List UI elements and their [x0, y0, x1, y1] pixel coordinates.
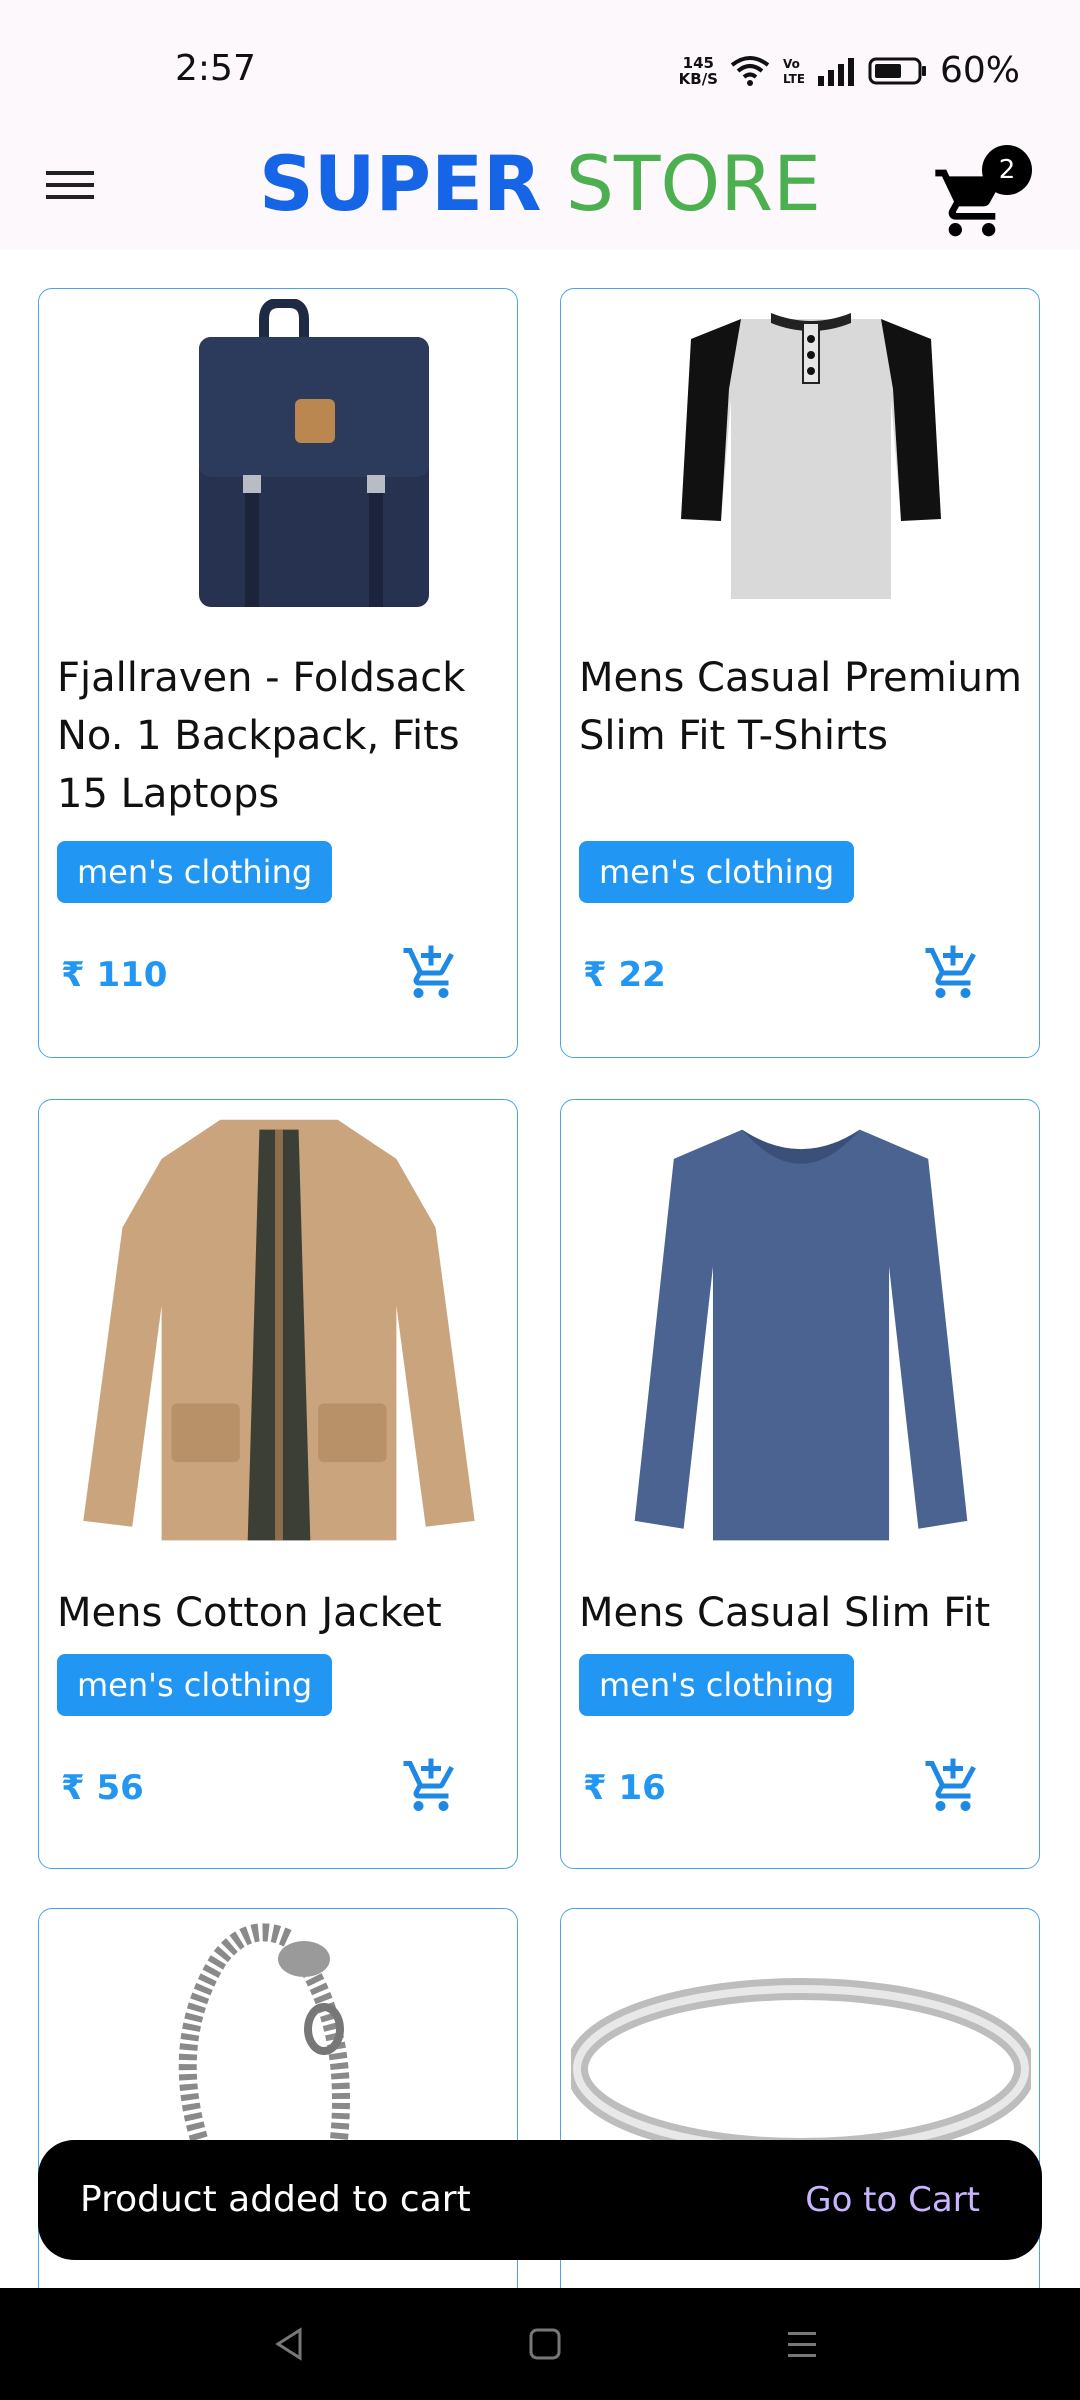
status-time: 2:57	[175, 48, 256, 89]
product-price: ₹ 16	[583, 1768, 666, 1808]
volte-icon: Vo LTE	[783, 57, 804, 86]
product-price: ₹ 110	[61, 955, 168, 995]
brand-store: STORE	[565, 139, 822, 228]
product-price: ₹ 22	[583, 955, 666, 995]
product-image-longsleeve	[634, 1129, 968, 1541]
category-chip: men's clothing	[579, 1654, 855, 1716]
snackbar: Product added to cart Go to Cart	[38, 2140, 1042, 2260]
app-header: SUPER STORE 2	[0, 135, 1080, 250]
product-image-jacket	[83, 1119, 475, 1541]
product-image-tshirt	[681, 313, 941, 599]
add-to-cart-icon[interactable]	[401, 943, 461, 1003]
cart-count-badge: 2	[982, 145, 1032, 195]
recents-icon[interactable]	[772, 2318, 832, 2370]
status-bar: 2:57 145 KB/S Vo LTE 60%	[0, 0, 1080, 135]
product-card[interactable]: Mens Casual Premium Slim Fit T-Shirts me…	[560, 288, 1040, 1058]
go-to-cart-button[interactable]: Go to Cart	[805, 2140, 980, 2260]
product-title[interactable]: Mens Cotton Jacket	[57, 1584, 507, 1642]
product-title[interactable]: Mens Casual Premium Slim Fit T-Shirts	[579, 649, 1029, 765]
brand-title: SUPER STORE	[0, 135, 1080, 250]
add-to-cart-icon[interactable]	[401, 1756, 461, 1816]
signal-icon	[817, 57, 854, 86]
product-title[interactable]: Mens Casual Slim Fit	[579, 1584, 1029, 1642]
category-chip: men's clothing	[57, 1654, 333, 1716]
brand-super: SUPER	[258, 139, 542, 228]
wifi-icon	[730, 55, 770, 86]
menu-icon[interactable]	[46, 165, 94, 205]
product-card[interactable]: Mens Cotton Jacket men's clothing ₹ 56	[38, 1099, 518, 1869]
network-speed: 145 KB/S	[678, 53, 718, 88]
product-card[interactable]: Fjallraven - Foldsack No. 1 Backpack, Fi…	[38, 288, 518, 1058]
category-chip: men's clothing	[579, 841, 855, 903]
svg-text:LTE: LTE	[783, 72, 804, 86]
product-title[interactable]: Fjallraven - Foldsack No. 1 Backpack, Fi…	[57, 649, 507, 823]
cart-button[interactable]: 2	[932, 145, 1032, 245]
status-icons: 145 KB/S Vo LTE 60%	[679, 50, 1020, 91]
snackbar-message: Product added to cart	[80, 2179, 471, 2220]
product-image-backpack	[199, 299, 429, 607]
battery-percent: 60%	[939, 50, 1020, 91]
battery-icon	[868, 57, 926, 84]
category-chip: men's clothing	[57, 841, 333, 903]
product-card[interactable]: Mens Casual Slim Fit men's clothing ₹ 16	[560, 1099, 1040, 1869]
back-icon[interactable]	[260, 2318, 320, 2370]
svg-text:Vo: Vo	[783, 57, 800, 71]
home-icon[interactable]	[515, 2318, 575, 2370]
add-to-cart-icon[interactable]	[923, 943, 983, 1003]
add-to-cart-icon[interactable]	[923, 1756, 983, 1816]
product-price: ₹ 56	[61, 1768, 144, 1808]
system-nav-bar	[0, 2288, 1080, 2400]
